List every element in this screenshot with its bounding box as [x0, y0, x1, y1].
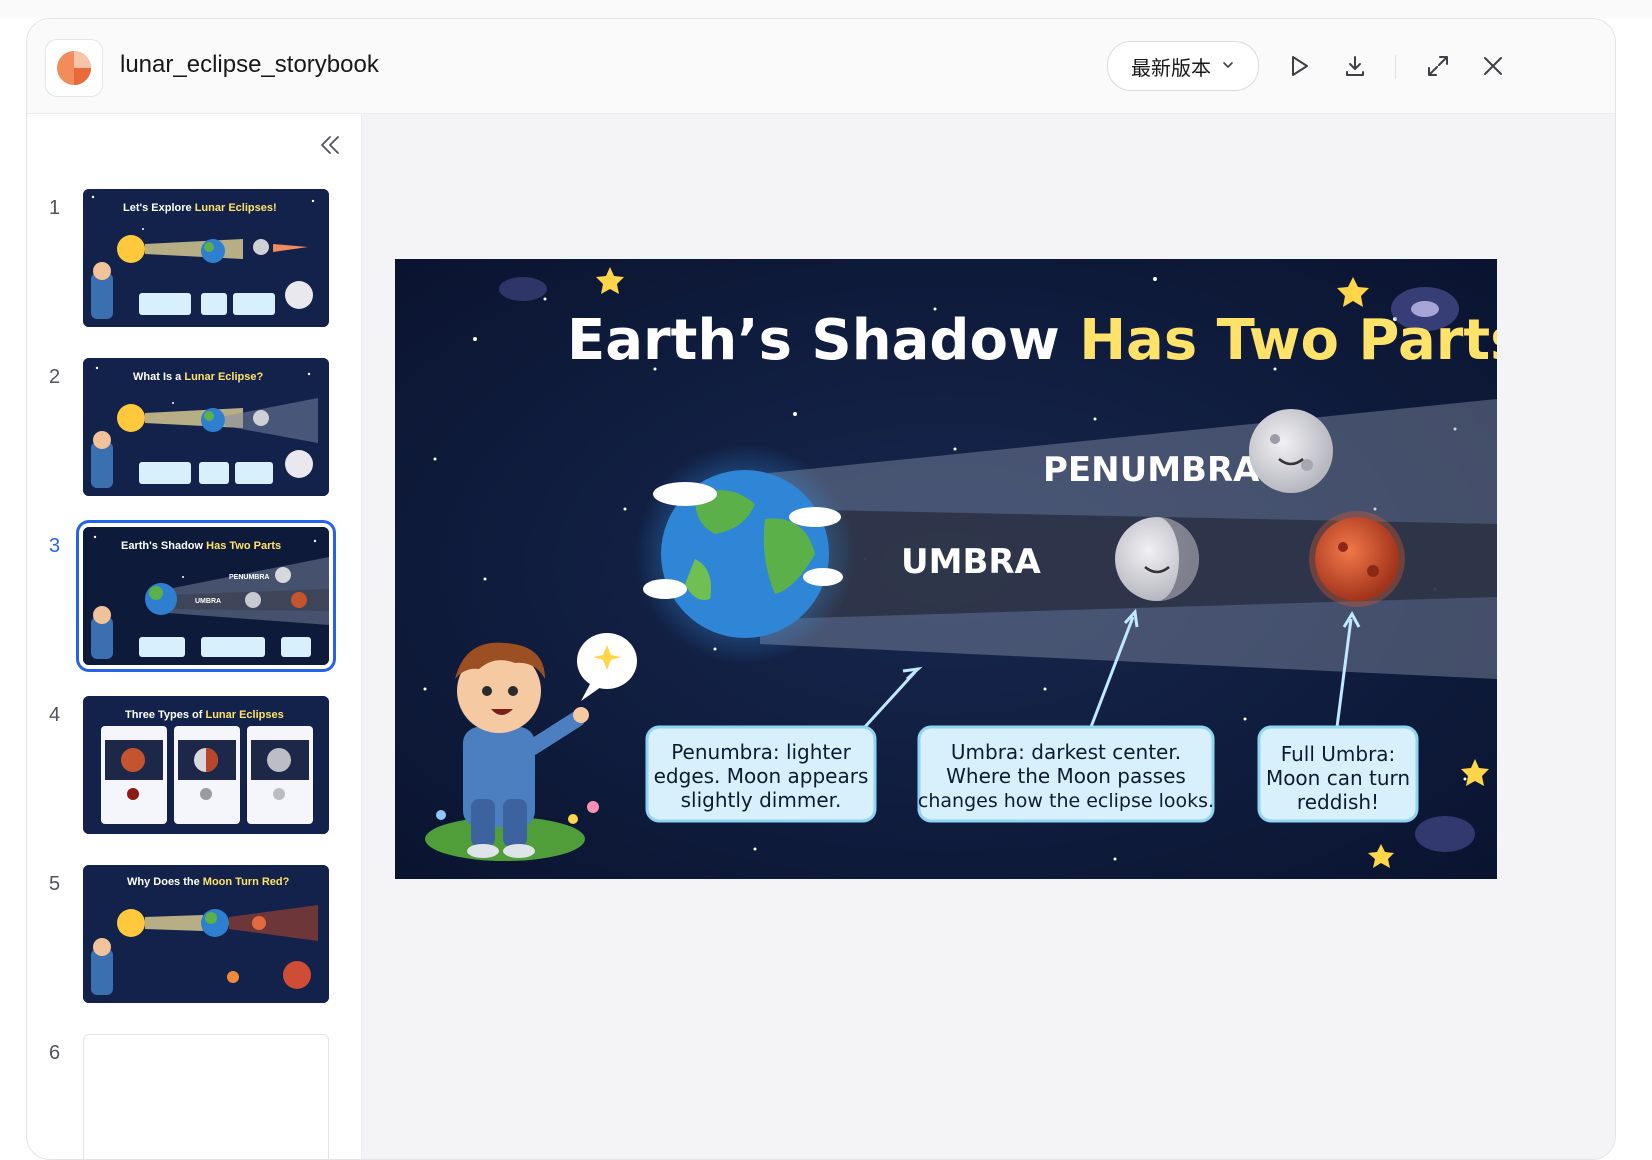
slide-thumbnail-item[interactable]: 5 Why Does the Moon Turn Red?	[27, 865, 361, 1015]
slide-thumbnail-sidebar: 1 Let's Explore Lunar Eclipses! 2 What I…	[27, 114, 362, 1159]
slide-number: 6	[49, 1042, 61, 1064]
download-icon[interactable]	[1338, 49, 1372, 83]
callout-line: changes how the eclipse looks.	[918, 790, 1214, 812]
slide-title-plain: Earth’s Shadow	[567, 308, 1079, 373]
current-slide: Earth’s Shadow Has Two Parts PENUMBRA UM…	[395, 259, 1497, 879]
version-label: 最新版本	[1131, 57, 1211, 80]
svg-text:UMBRA: UMBRA	[195, 598, 221, 605]
slide-thumbnail-blank[interactable]	[83, 1034, 329, 1159]
svg-text:Three Types of Lunar Eclipses: Three Types of Lunar Eclipses	[125, 709, 284, 721]
top-strip	[0, 0, 1652, 18]
callout-line: Moon can turn	[1266, 766, 1410, 790]
expand-icon[interactable]	[1421, 49, 1455, 83]
svg-text:Why Does the Moon Turn Red?: Why Does the Moon Turn Red?	[127, 876, 290, 888]
callout-umbra: Umbra: darkest center. Where the Moon pa…	[917, 725, 1215, 823]
thumb-title-accent: Has Two Parts	[206, 540, 281, 552]
slide-thumbnail-item[interactable]: 2 What Is a Lunar Eclipse?	[27, 358, 361, 508]
earth-illustration	[635, 444, 855, 664]
penumbra-moon	[1249, 409, 1333, 493]
file-title: lunar_eclipse_storybook	[120, 51, 379, 78]
slide-title: Earth’s Shadow Has Two Parts	[567, 308, 1497, 373]
callout-penumbra: Penumbra: lighter edges. Moon appears sl…	[645, 725, 877, 823]
slide-thumbnail-item[interactable]: 4 Three Types of Lunar Eclipses	[27, 696, 361, 846]
slide-thumbnail-item[interactable]: 6	[27, 1034, 361, 1159]
callout-line: Umbra: darkest center.	[951, 740, 1181, 764]
close-icon[interactable]	[1476, 49, 1510, 83]
slide-title-accent: Has Two Parts	[1079, 308, 1497, 373]
slide-thumbnail-active[interactable]: Earth's Shadow Has Two Parts PENUMBRA UM…	[83, 527, 329, 665]
presentation-viewer-window: lunar_eclipse_storybook 最新版本 1 Let's Exp…	[26, 18, 1616, 1160]
red-moon	[1309, 511, 1405, 607]
callout-line: Where the Moon passes	[946, 764, 1186, 788]
slide-canvas: Earth’s Shadow Has Two Parts PENUMBRA UM…	[362, 114, 1615, 1159]
slide-thumbnail[interactable]: What Is a Lunar Eclipse?	[83, 358, 329, 496]
thumb-title: Let's Explore	[123, 202, 195, 214]
svg-text:Let's Explore Lunar Eclipses!: Let's Explore Lunar Eclipses!	[123, 202, 277, 214]
svg-text:PENUMBRA: PENUMBRA	[229, 574, 269, 581]
callout-full-umbra: Full Umbra: Moon can turn reddish!	[1257, 725, 1419, 823]
slide-thumbnail-item[interactable]: 1 Let's Explore Lunar Eclipses!	[27, 189, 361, 339]
callout-line: Full Umbra:	[1281, 742, 1396, 766]
slide-number: 1	[49, 197, 61, 219]
thumb-title: What Is a	[133, 371, 184, 383]
thumb-title: Why Does the	[127, 876, 203, 888]
umbra-label: UMBRA	[901, 542, 1042, 582]
play-icon[interactable]	[1282, 49, 1316, 83]
thumb-title-accent: Lunar Eclipses!	[195, 202, 277, 214]
slide-thumbnail-item[interactable]: 3 Earth's Shadow Has Two Parts PENUMBRA …	[27, 527, 361, 677]
version-dropdown[interactable]: 最新版本	[1107, 41, 1259, 91]
header-bar: lunar_eclipse_storybook 最新版本	[27, 19, 1615, 114]
thumb-title: Earth's Shadow	[121, 540, 206, 552]
slide-thumbnail[interactable]: Let's Explore Lunar Eclipses!	[83, 189, 329, 327]
slide-thumbnail[interactable]: Three Types of Lunar Eclipses	[83, 696, 329, 834]
header-divider	[1395, 55, 1396, 79]
svg-text:Earth's Shadow Has Two Parts: Earth's Shadow Has Two Parts	[121, 540, 281, 552]
thumb-title-accent: Lunar Eclipse?	[184, 371, 263, 383]
slide-number: 5	[49, 873, 61, 895]
slides-app-icon	[45, 39, 103, 97]
slide-number: 3	[49, 535, 61, 557]
slide-thumbnail[interactable]: Why Does the Moon Turn Red?	[83, 865, 329, 1003]
slide-number: 2	[49, 366, 61, 388]
callout-line: slightly dimmer.	[681, 788, 842, 812]
thumb-title: Three Types of	[125, 709, 205, 721]
slide-number: 4	[49, 704, 61, 726]
callout-line: edges. Moon appears	[654, 764, 869, 788]
umbra-moon-partial	[1115, 517, 1199, 601]
callout-line: Penumbra: lighter	[671, 740, 851, 764]
double-chevron-left-icon[interactable]	[317, 132, 343, 158]
callout-line: reddish!	[1297, 790, 1379, 814]
penumbra-label: PENUMBRA	[1043, 450, 1260, 490]
chevron-down-icon	[1221, 55, 1235, 78]
svg-text:What Is a Lunar Eclipse?: What Is a Lunar Eclipse?	[133, 371, 263, 383]
thumb-title-accent: Moon Turn Red?	[203, 876, 290, 888]
thumb-title-accent: Lunar Eclipses	[205, 709, 283, 721]
